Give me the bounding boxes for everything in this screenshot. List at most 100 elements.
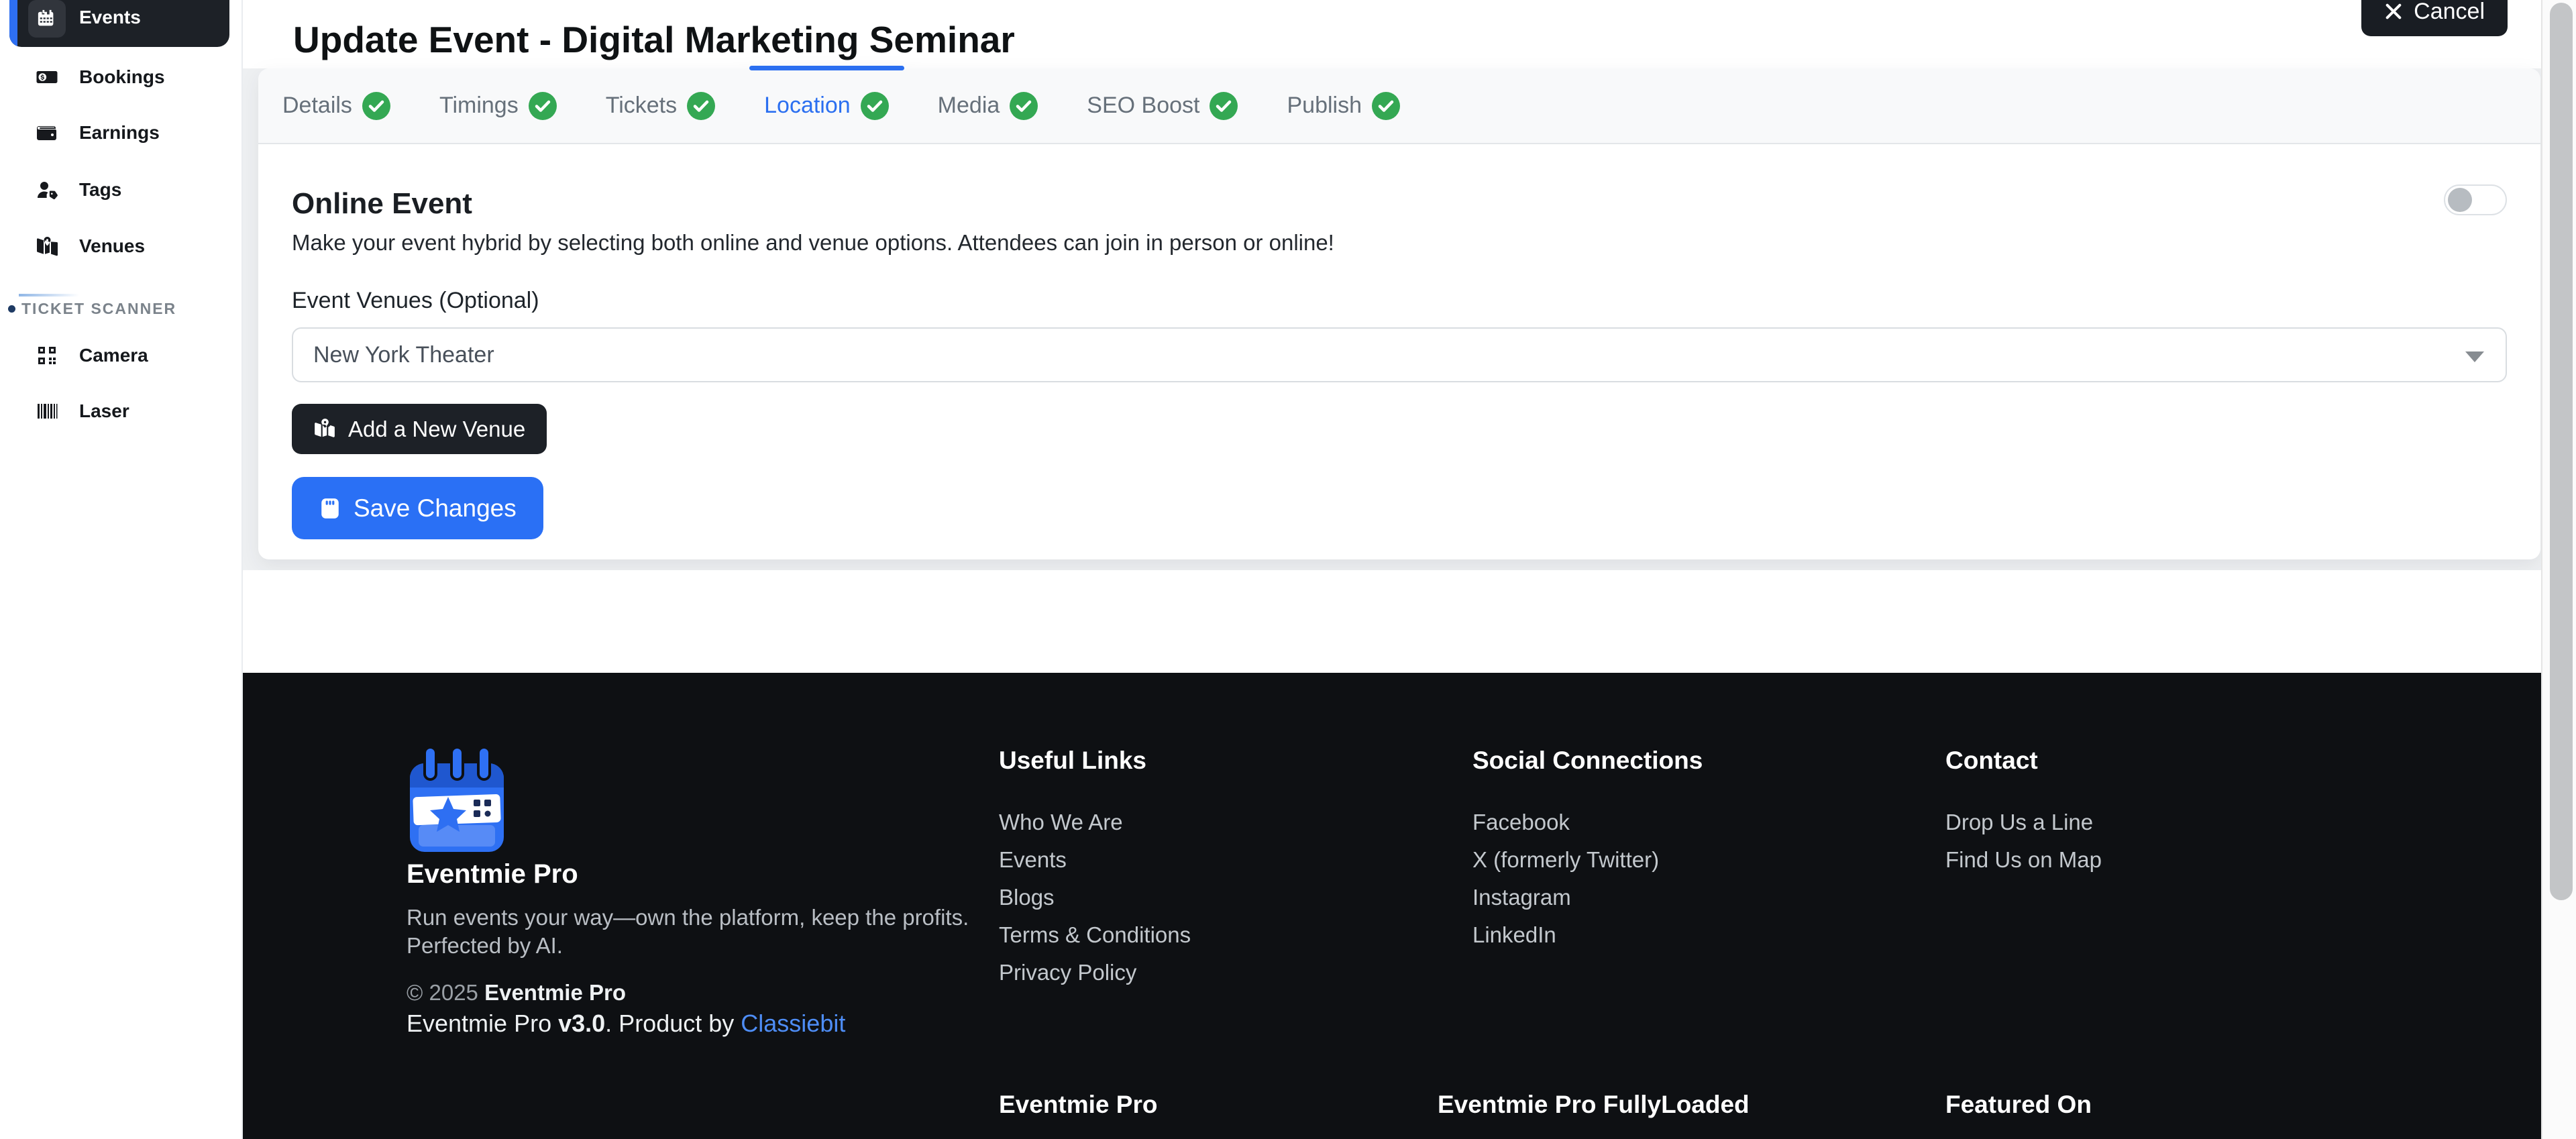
user-tag-icon (36, 179, 58, 201)
event-venues-label: Event Venues (Optional) (292, 288, 2507, 314)
section-label: TICKET SCANNER (21, 300, 176, 318)
calendar-icon (28, 0, 66, 38)
check-circle-icon (686, 91, 716, 121)
footer-link-drop-us-a-line[interactable]: Drop Us a Line (1945, 811, 2102, 833)
qrcode-icon (36, 345, 58, 366)
footer-link-terms[interactable]: Terms & Conditions (999, 924, 1191, 946)
column-heading: Useful Links (999, 747, 1191, 775)
barcode-icon (36, 400, 58, 422)
tab-location[interactable]: Location (740, 68, 914, 143)
sidebar: Events Bookings Earnings Tags Venues TIC… (0, 0, 243, 1139)
sidebar-item-label: Tags (79, 179, 121, 201)
check-circle-icon (528, 91, 557, 121)
footer-link-facebook[interactable]: Facebook (1472, 811, 1703, 833)
footer-link-instagram[interactable]: Instagram (1472, 886, 1703, 908)
location-tab-panel: Online Event Make your event hybrid by s… (258, 144, 2540, 559)
footer-link-linkedin[interactable]: LinkedIn (1472, 924, 1703, 946)
footer-tagline: Run events your way—own the platform, ke… (407, 904, 969, 960)
tab-label: Tickets (606, 93, 677, 119)
close-icon (2384, 2, 2403, 21)
scrollbar-thumb[interactable] (2550, 3, 2573, 900)
footer-link-events[interactable]: Events (999, 849, 1191, 871)
app-window: Events Bookings Earnings Tags Venues TIC… (0, 0, 2576, 1139)
tab-details[interactable]: Details (258, 68, 415, 143)
version-number: v3.0 (558, 1010, 605, 1037)
online-event-toggle[interactable] (2444, 184, 2507, 215)
tab-timings[interactable]: Timings (415, 68, 582, 143)
online-event-heading: Online Event (292, 187, 2507, 221)
check-circle-icon (1009, 91, 1038, 121)
tab-publish[interactable]: Publish (1263, 68, 1425, 143)
scrollbar-track[interactable] (2541, 0, 2576, 1139)
add-venue-button[interactable]: Add a New Venue (292, 404, 547, 454)
footer-link-blogs[interactable]: Blogs (999, 886, 1191, 908)
sidebar-item-camera[interactable]: Camera (0, 335, 241, 376)
copyright-brand: Eventmie Pro (484, 980, 626, 1005)
content-background: Details Timings Tickets Location (243, 68, 2541, 570)
sidebar-item-earnings[interactable]: Earnings (0, 112, 241, 154)
version-prefix: Eventmie Pro (407, 1010, 558, 1037)
sidebar-item-events[interactable]: Events (9, 0, 229, 47)
event-form-card: Details Timings Tickets Location (258, 68, 2540, 561)
sidebar-item-label: Earnings (79, 122, 160, 144)
venue-selected-value: New York Theater (313, 342, 494, 368)
tab-label: SEO Boost (1087, 93, 1199, 119)
page-spacer (243, 570, 2576, 674)
check-circle-icon (1371, 91, 1401, 121)
check-circle-icon (1209, 91, 1238, 121)
sidebar-item-label: Camera (79, 345, 148, 366)
footer-column-social: Social Connections Facebook X (formerly … (1472, 747, 1703, 961)
tab-tickets[interactable]: Tickets (582, 68, 740, 143)
eventmie-logo[interactable] (407, 746, 508, 856)
check-circle-icon (362, 91, 391, 121)
section-divider (19, 294, 79, 296)
footer-version: Eventmie Pro v3.0. Product by Classiebit (407, 1010, 845, 1038)
save-changes-button[interactable]: Save Changes (292, 477, 543, 539)
tab-label: Timings (439, 93, 519, 119)
chevron-down-icon (2465, 351, 2484, 362)
copyright-prefix: © 2025 (407, 980, 484, 1005)
cancel-label: Cancel (2414, 0, 2485, 25)
footer-link-privacy[interactable]: Privacy Policy (999, 961, 1191, 983)
version-mid: . Product by (605, 1010, 741, 1037)
sidebar-item-label: Bookings (79, 66, 165, 88)
map-icon (36, 235, 58, 257)
toggle-knob (2448, 188, 2472, 212)
tab-label: Location (764, 93, 851, 119)
sidebar-item-venues[interactable]: Venues (0, 225, 241, 267)
tab-seo-boost[interactable]: SEO Boost (1063, 68, 1263, 143)
footer-heading-fullyloaded: Eventmie Pro FullyLoaded (1438, 1091, 1750, 1119)
footer: Eventmie Pro Run events your way—own the… (243, 673, 2576, 1139)
money-check-icon (36, 66, 58, 88)
footer-column-contact: Contact Drop Us a Line Find Us on Map (1945, 747, 2102, 886)
footer-heading-eventmie-pro: Eventmie Pro (999, 1091, 1157, 1119)
tab-media[interactable]: Media (914, 68, 1063, 143)
footer-heading-featured-on: Featured On (1945, 1091, 2092, 1119)
sidebar-section-ticket-scanner: TICKET SCANNER (0, 299, 241, 318)
column-heading: Contact (1945, 747, 2102, 775)
footer-link-find-us-on-map[interactable]: Find Us on Map (1945, 849, 2102, 871)
tab-bar: Details Timings Tickets Location (258, 68, 2540, 144)
tagline-line2: Perfected by AI. (407, 933, 563, 958)
cancel-button[interactable]: Cancel (2361, 0, 2508, 36)
footer-link-x-twitter[interactable]: X (formerly Twitter) (1472, 849, 1703, 871)
sidebar-item-bookings[interactable]: Bookings (0, 56, 241, 98)
sidebar-item-label: Venues (79, 235, 145, 257)
check-circle-icon (860, 91, 890, 121)
tagline-line1: Run events your way—own the platform, ke… (407, 905, 969, 930)
page-title: Update Event - Digital Marketing Seminar (293, 18, 1015, 61)
tab-label: Details (282, 93, 352, 119)
wallet-icon (36, 122, 58, 144)
classiebit-link[interactable]: Classiebit (741, 1010, 845, 1037)
sidebar-item-label: Laser (79, 400, 129, 422)
add-venue-label: Add a New Venue (348, 417, 525, 442)
sidebar-item-laser[interactable]: Laser (0, 390, 241, 432)
online-event-description: Make your event hybrid by selecting both… (292, 230, 2507, 256)
map-pin-icon (313, 418, 336, 441)
venue-select[interactable]: New York Theater (292, 327, 2507, 382)
sidebar-item-tags[interactable]: Tags (0, 169, 241, 211)
footer-brand: Eventmie Pro (407, 859, 578, 889)
tab-label: Media (938, 93, 1000, 119)
save-changes-label: Save Changes (354, 494, 517, 523)
footer-link-who-we-are[interactable]: Who We Are (999, 811, 1191, 833)
